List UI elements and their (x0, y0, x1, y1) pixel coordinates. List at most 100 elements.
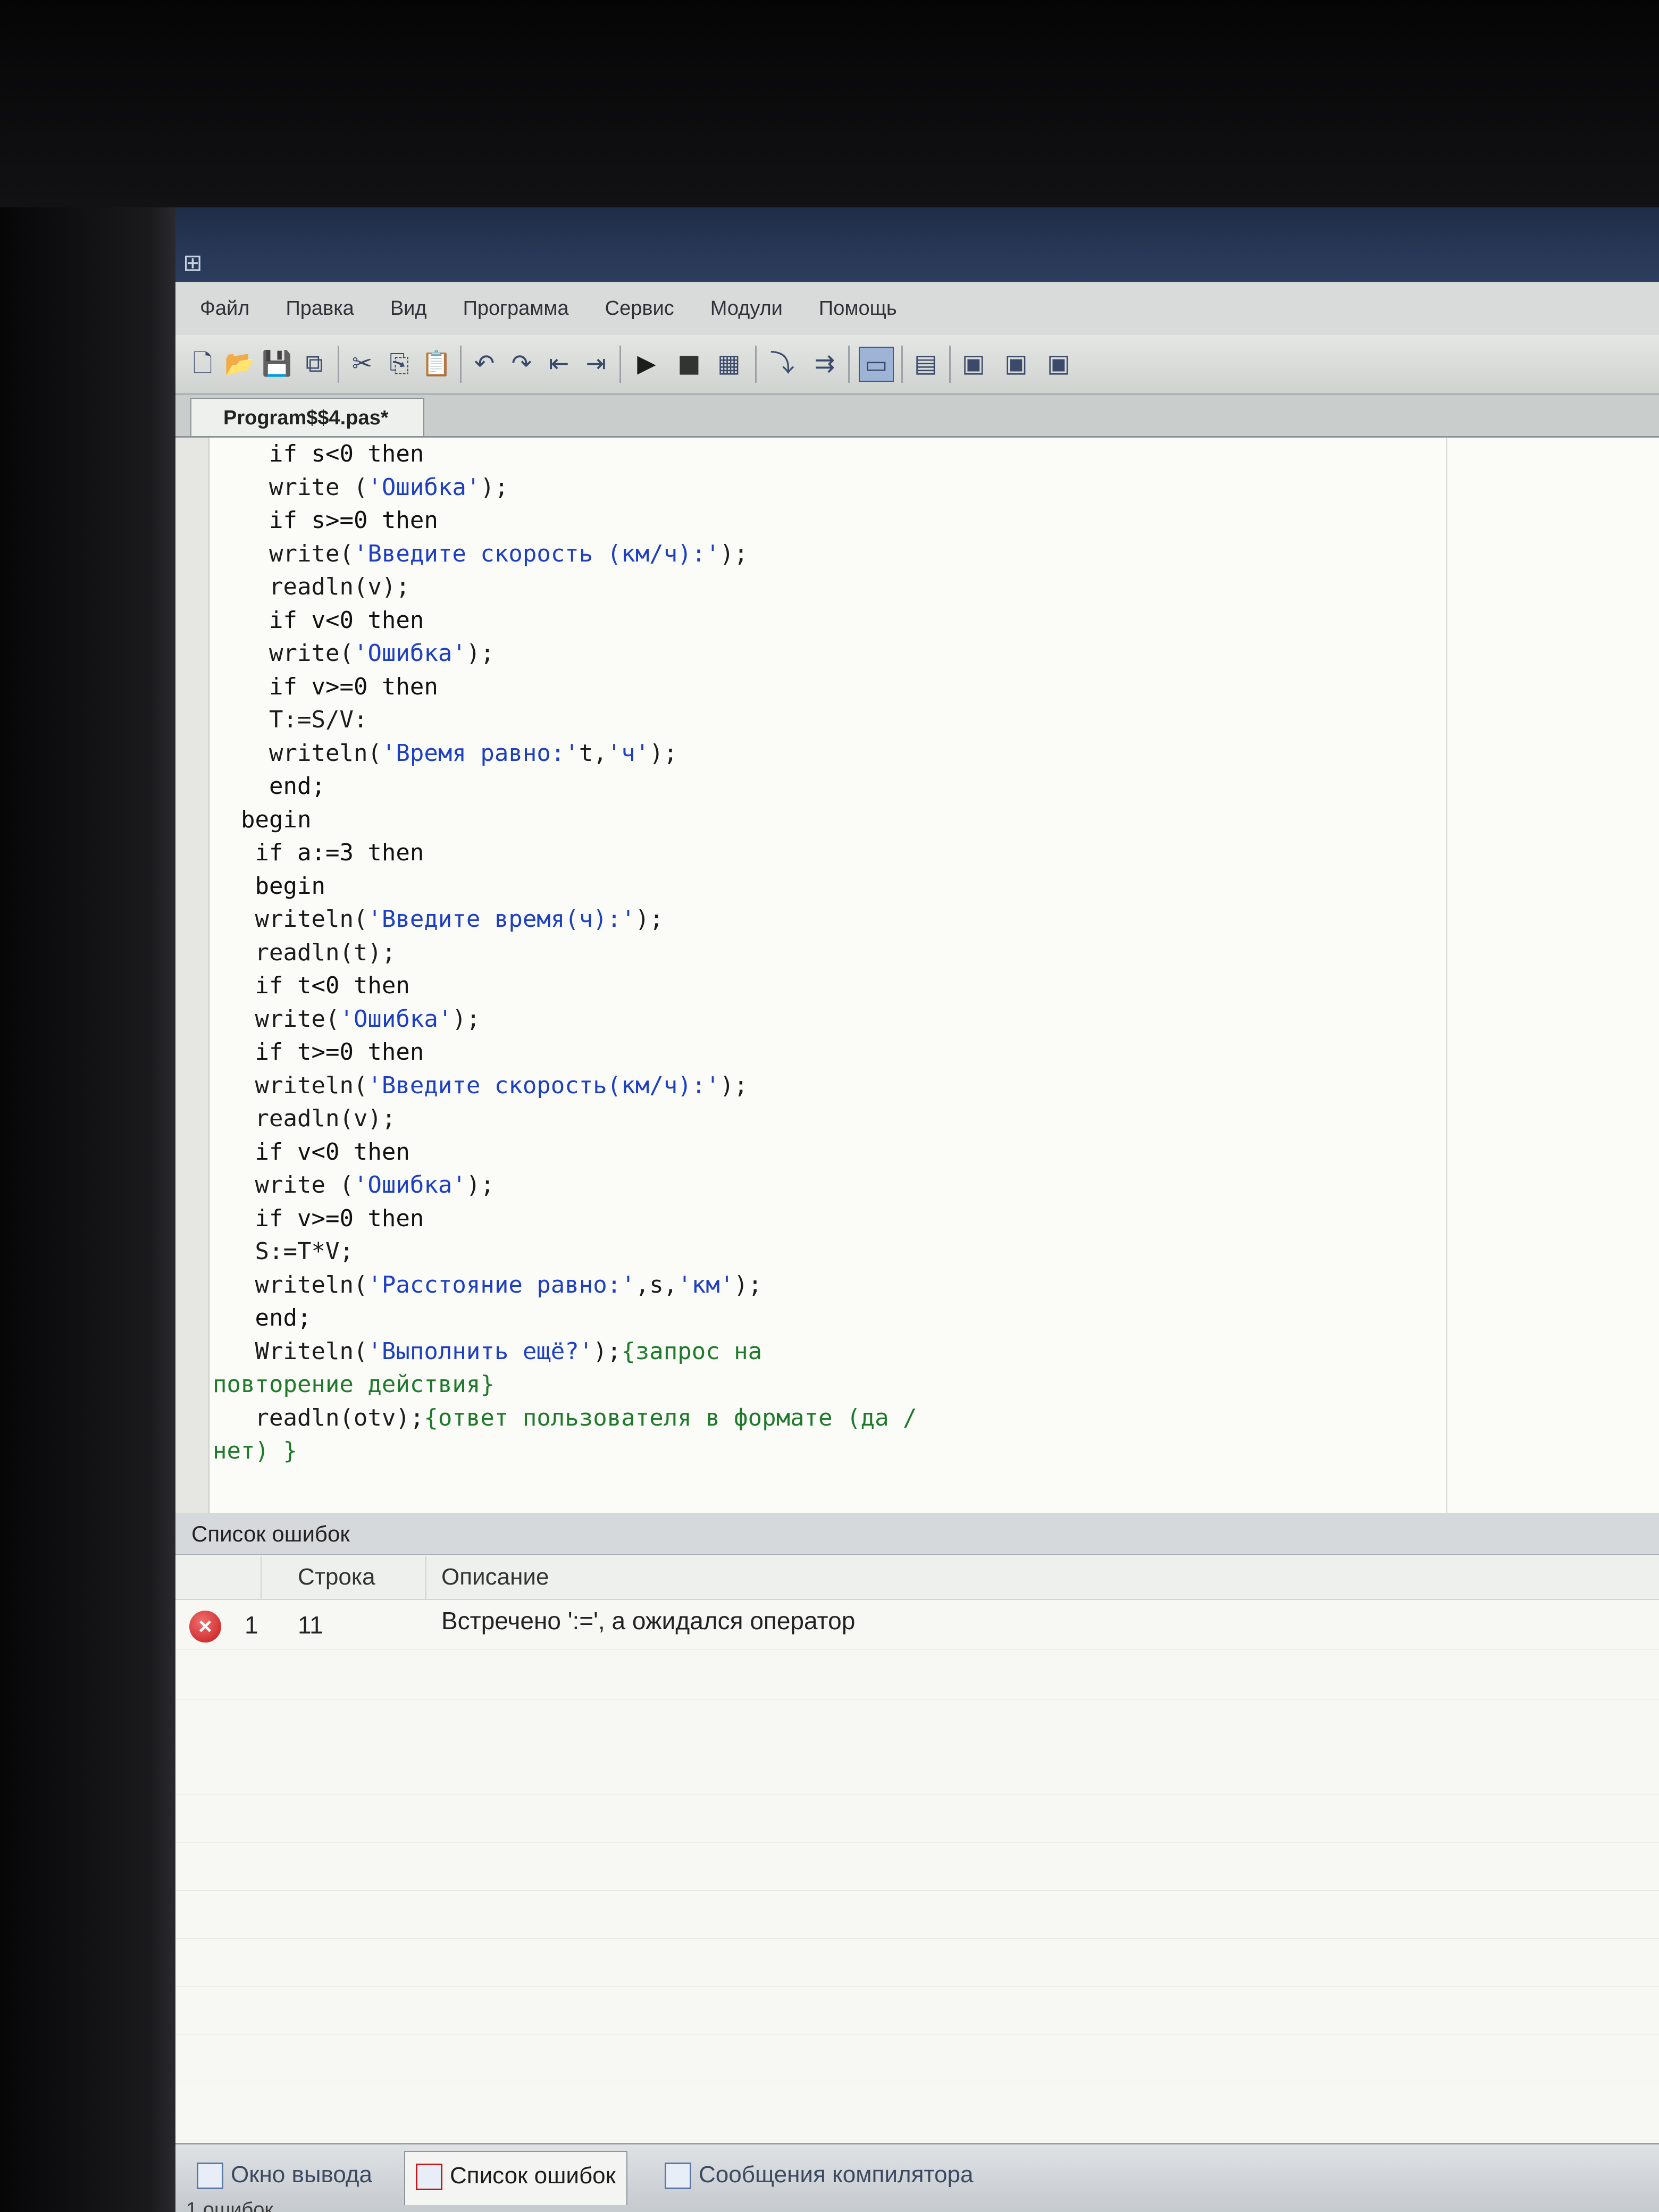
code-line[interactable]: if s>=0 then (269, 504, 438, 537)
code-line[interactable]: writeln('Введите время(ч):'); (255, 903, 664, 936)
run-icon[interactable]: ▶ (630, 347, 663, 380)
stop-icon[interactable]: ■ (673, 347, 706, 380)
string-literal: 'ч' (607, 739, 650, 767)
module-r-icon[interactable]: ▣ (1042, 347, 1075, 380)
code-line[interactable]: if v<0 then (255, 1136, 410, 1169)
code-token: readln(t); (255, 939, 396, 966)
code-comment: повторение действия} (213, 1371, 495, 1398)
code-line[interactable]: readln(otv);{ответ пользователя в формат… (255, 1402, 917, 1435)
compile-icon[interactable]: ▦ (713, 347, 745, 380)
code-line[interactable]: if a:=3 then (255, 836, 424, 869)
monitor-bezel-top (0, 0, 1659, 207)
code-line[interactable]: readln(t); (255, 936, 396, 969)
paste-icon[interactable]: 📋 (420, 347, 453, 380)
tab-compiler-messages[interactable]: Сообщения компилятора (654, 2151, 984, 2204)
string-literal: 'Время равно:' (381, 739, 579, 767)
string-literal: 'Ошибка' (353, 640, 466, 667)
code-line[interactable]: writeln('Расстояние равно:',s,'км'); (255, 1269, 763, 1302)
code-line[interactable]: write('Ошибка'); (255, 1003, 481, 1036)
menu-view[interactable]: Вид (390, 297, 427, 320)
code-line[interactable]: write('Ошибка'); (269, 637, 495, 670)
code-line[interactable]: end; (255, 1302, 312, 1335)
toolbar-separator (338, 346, 339, 383)
tab-output-window[interactable]: Окно вывода (186, 2151, 383, 2204)
code-token: if s<0 then (269, 440, 424, 467)
column-separator (261, 1556, 262, 1599)
code-line[interactable]: T:=S/V: (269, 703, 367, 736)
code-line[interactable]: нет) } (213, 1435, 297, 1468)
app-icon: ⊞ (183, 249, 203, 276)
module-l-icon[interactable]: ▣ (1000, 347, 1033, 380)
code-token: begin (241, 806, 312, 833)
code-token: ); (635, 906, 664, 933)
code-line[interactable]: begin (241, 803, 311, 836)
code-line[interactable]: if v<0 then (269, 604, 424, 637)
column-separator (425, 1556, 426, 1599)
save-all-icon[interactable]: ⧉ (298, 347, 331, 380)
new-file-icon[interactable]: 🗋 (186, 347, 219, 380)
code-line[interactable]: if v>=0 then (269, 671, 438, 703)
menu-help[interactable]: Помощь (819, 297, 897, 320)
code-line[interactable]: writeln('Время равно:'t,'ч'); (269, 737, 677, 770)
code-line[interactable]: begin (255, 870, 325, 903)
code-line[interactable]: S:=T*V; (255, 1235, 354, 1268)
save-icon[interactable]: 💾 (261, 347, 294, 380)
column-header-line[interactable]: Строка (298, 1564, 375, 1590)
code-editor[interactable]: if s<0 then write ('Ошибка'); if s>=0 then… (175, 438, 1659, 1674)
column-header-description[interactable]: Описание (441, 1564, 549, 1590)
code-token: if a:=3 then (255, 839, 424, 866)
editor-tab-strip: Program$$4.pas* (175, 395, 1659, 438)
menu-file[interactable]: Файл (200, 297, 249, 320)
code-line[interactable]: end; (269, 770, 325, 803)
code-token: readln(v); (255, 1105, 396, 1132)
table-row[interactable]: × 1 11 Встречено ':=', а ожидался операт… (175, 1601, 1659, 1649)
code-token: readln(v); (269, 573, 410, 600)
code-token: writeln( (255, 1071, 368, 1099)
code-token: if s>=0 then (269, 507, 438, 534)
code-line[interactable]: if t<0 then (255, 969, 410, 1002)
code-line[interactable]: if t>=0 then (255, 1036, 424, 1069)
watch-icon[interactable]: ▤ (909, 347, 942, 380)
toolbar-separator (619, 346, 621, 383)
code-line[interactable]: write ('Ошибка'); (255, 1169, 495, 1202)
step-over-icon[interactable]: ⇉ (808, 347, 841, 380)
menu-service[interactable]: Сервис (605, 297, 674, 320)
console-icon[interactable]: ▭ (859, 347, 894, 382)
open-file-icon[interactable]: 📂 (223, 347, 256, 380)
code-line[interactable]: readln(v); (255, 1102, 396, 1135)
menu-program[interactable]: Программа (463, 297, 569, 320)
tab-program-file[interactable]: Program$$4.pas* (190, 398, 424, 436)
copy-icon[interactable]: ⎘ (383, 347, 416, 380)
undo-icon[interactable]: ↶ (468, 347, 501, 380)
status-bar-text: 1 ошибок (186, 2199, 274, 2212)
tab-label: Сообщения компилятора (699, 2161, 974, 2188)
code-line[interactable]: writeln('Введите скорость(км/ч):'); (255, 1069, 748, 1102)
cut-icon[interactable]: ✂ (346, 347, 379, 380)
code-line[interactable]: readln(v); (269, 571, 410, 604)
code-token: end; (269, 773, 325, 800)
code-token: ,s, (635, 1271, 678, 1298)
code-line[interactable]: write ('Ошибка'); (269, 471, 508, 504)
code-line[interactable]: if v>=0 then (255, 1202, 424, 1235)
code-line[interactable]: if s<0 then (269, 438, 424, 471)
code-line[interactable]: Writeln('Выполнить ещё?');{запрос на (255, 1335, 763, 1368)
forward-icon[interactable]: ⇥ (580, 347, 613, 380)
tab-error-list[interactable]: Список ошибок (404, 2151, 627, 2205)
menu-modules[interactable]: Модули (710, 297, 783, 320)
menu-edit[interactable]: Правка (286, 297, 354, 320)
module-d-icon[interactable]: ▣ (957, 347, 990, 380)
redo-icon[interactable]: ↷ (505, 347, 538, 380)
code-line[interactable]: write('Введите скорость (км/ч):'); (269, 538, 748, 571)
toolbar-separator (949, 346, 951, 383)
error-list-icon (416, 2164, 442, 2191)
code-comment: нет) } (213, 1437, 297, 1464)
error-description: Встречено ':=', а ожидался оператор (441, 1607, 856, 1635)
code-line[interactable]: повторение действия} (213, 1368, 495, 1401)
code-token: begin (255, 872, 325, 900)
back-icon[interactable]: ⇤ (542, 347, 575, 380)
error-list-panel: Список ошибок Строка Описание × 1 11 Вст… (175, 1513, 1659, 2167)
toolbar-separator (755, 346, 757, 383)
code-token: ); (719, 540, 748, 567)
code-token: writeln( (255, 906, 368, 933)
step-into-icon[interactable]: ⤵ (766, 347, 799, 380)
